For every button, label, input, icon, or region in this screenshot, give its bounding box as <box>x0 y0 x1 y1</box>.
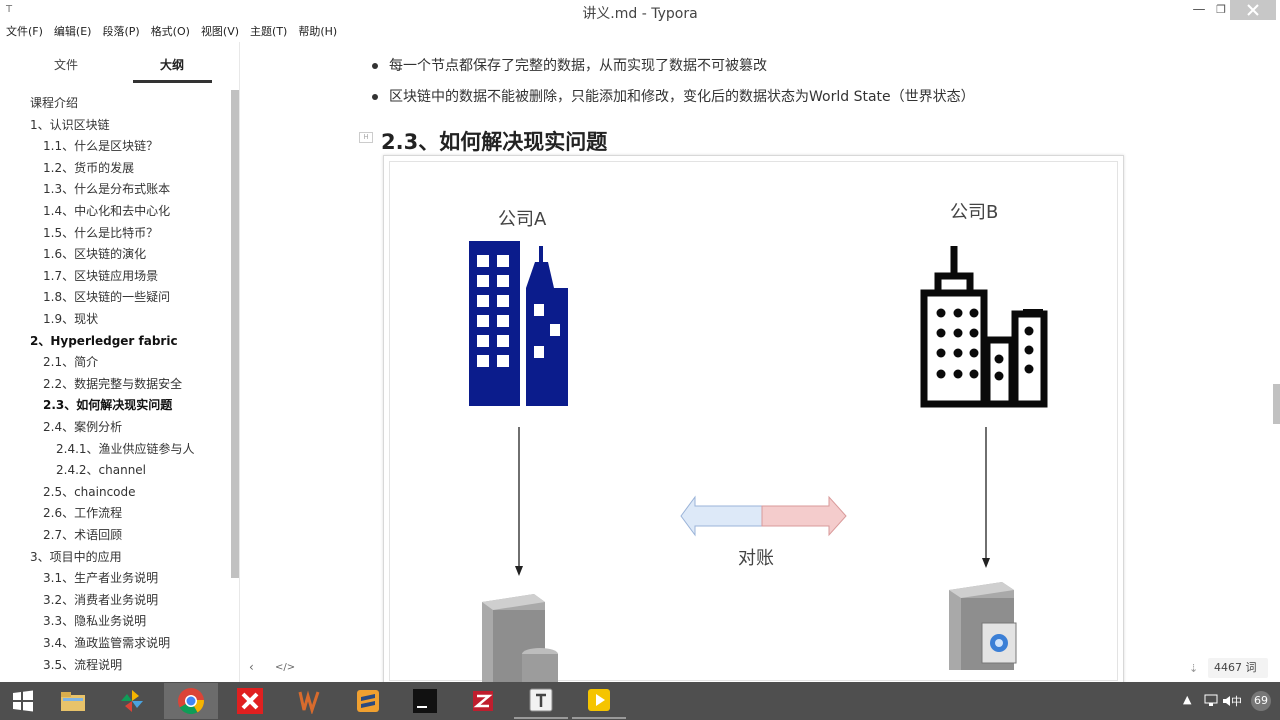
outline-item[interactable]: 1.2、货币的发展 <box>43 159 134 176</box>
sidebar-scrollbar[interactable] <box>231 90 239 578</box>
maximize-button[interactable]: ❐ <box>1213 0 1229 20</box>
outline-item[interactable]: 1.5、什么是比特币？ <box>43 224 158 241</box>
close-button[interactable] <box>1230 0 1276 20</box>
down-arrow-b <box>982 427 990 568</box>
outline-item[interactable]: 3.2、消费者业务说明 <box>43 591 158 608</box>
outline-item[interactable]: 3.4、渔政监管需求说明 <box>43 634 170 651</box>
outline-item[interactable]: 1.8、区块链的一些疑问 <box>43 288 170 305</box>
outline-item[interactable]: 2.7、术语回顾 <box>43 526 122 543</box>
down-arrow-a <box>515 427 523 576</box>
outline-item[interactable]: 2.4.1、渔业供应链参与人 <box>56 440 195 457</box>
outline-item[interactable]: 1.1、什么是区块链？ <box>43 137 158 154</box>
taskbar-file-explorer[interactable] <box>46 683 100 719</box>
editor-pane[interactable]: 每一个节点都保存了完整的数据，从而实现了数据不可被篡改 区块链中的数据不能被删除… <box>241 42 1280 685</box>
window-title: 讲义.md - Typora <box>582 6 698 22</box>
outline-item[interactable]: 1.9、现状 <box>43 310 98 327</box>
outline-item[interactable]: 2.1、简介 <box>43 353 98 370</box>
sidebar: 文件 大纲 课程介绍 1、认识区块链 1.1、什么是区块链？ 1.2、货币的发展 1.3… <box>0 42 240 682</box>
outline-item[interactable]: 2、Hyperledger fabric <box>30 332 178 349</box>
outline-item[interactable]: 3.1、生产者业务说明 <box>43 569 158 586</box>
outline-item[interactable]: 2.3、如何解决现实问题 <box>43 396 172 413</box>
sync-indicator-icon: ⇣ <box>1189 662 1199 675</box>
close-icon <box>1247 4 1259 16</box>
outline-item[interactable]: 1、认识区块链 <box>30 116 110 133</box>
outline-item[interactable]: 2.5、chaincode <box>43 483 136 500</box>
outline-item[interactable]: 1.3、什么是分布式账本 <box>43 180 170 197</box>
server-b-icon <box>949 582 1017 670</box>
xmind-icon <box>237 688 263 714</box>
pinwheel-icon <box>121 690 143 712</box>
outline-item[interactable]: 2.4.2、channel <box>56 461 146 478</box>
outline-item[interactable]: 1.7、区块链应用场景 <box>43 267 158 284</box>
outline-item[interactable]: 3、项目中的应用 <box>30 548 122 565</box>
wps-icon <box>298 690 320 714</box>
folder-icon <box>61 692 85 711</box>
start-button[interactable] <box>0 683 46 719</box>
taskbar-intellij[interactable] <box>398 683 452 719</box>
menu-view[interactable]: 视图(V) <box>201 22 239 42</box>
outline-item[interactable]: 2.4、案例分析 <box>43 418 122 435</box>
outline-item[interactable]: 3.3、隐私业务说明 <box>43 612 146 629</box>
tray-overflow-arrow[interactable]: ▲ <box>1183 693 1191 706</box>
chrome-icon <box>178 688 204 715</box>
building-b-icon <box>920 246 1048 408</box>
menu-file[interactable]: 文件(F) <box>6 22 43 42</box>
taskbar-sublime[interactable] <box>341 683 395 719</box>
list-item: 每一个节点都保存了完整的数据，从而实现了数据不可被篡改 <box>372 55 767 75</box>
taskbar-player[interactable] <box>572 683 626 719</box>
diagram-image[interactable]: 公司A 公司B 对账 <box>383 155 1124 685</box>
tray-badge[interactable]: 69 <box>1251 691 1271 711</box>
outline-item[interactable]: 2.2、数据完整与数据安全 <box>43 375 182 392</box>
section-heading: 2.3、如何解决现实问题 <box>381 130 608 154</box>
network-icon[interactable] <box>1204 694 1218 708</box>
tab-outline[interactable]: 大纲 <box>160 56 184 73</box>
word-count[interactable]: 4467 词 <box>1208 658 1268 678</box>
server-a-icon <box>482 594 558 682</box>
outline-item[interactable]: 3.5、流程说明 <box>43 656 122 673</box>
outline-item[interactable]: 1.4、中心化和去中心化 <box>43 202 170 219</box>
menu-theme[interactable]: 主题(T) <box>250 22 287 42</box>
sublime-icon <box>357 690 379 712</box>
diagram-frame: 公司A 公司B 对账 <box>389 161 1118 682</box>
list-item: 区块链中的数据不能被删除，只能添加和修改，变化后的数据状态为World Stat… <box>372 86 975 106</box>
tab-files[interactable]: 文件 <box>54 56 78 73</box>
taskbar-wps[interactable] <box>282 683 336 719</box>
player-icon <box>588 689 610 711</box>
intellij-icon <box>413 689 437 713</box>
ime-indicator[interactable]: 中 <box>1231 693 1242 709</box>
filezilla-icon <box>473 691 493 711</box>
menu-help[interactable]: 帮助(H) <box>298 22 337 42</box>
menu-bar: 文件(F) 编辑(E) 段落(P) 格式(O) 视图(V) 主题(T) 帮助(H… <box>0 22 1280 42</box>
minimize-button[interactable]: — <box>1185 0 1213 20</box>
heading-marker-icon: H <box>359 132 373 143</box>
editor-scrollbar-thumb[interactable] <box>1273 384 1280 424</box>
active-tab-indicator <box>133 80 212 83</box>
taskbar-pinwheel-app[interactable] <box>105 683 159 719</box>
outline-item[interactable]: 课程介绍 <box>30 94 78 111</box>
back-arrow-icon[interactable]: ‹ <box>249 660 254 674</box>
menu-edit[interactable]: 编辑(E) <box>54 22 92 42</box>
windows-logo-icon <box>13 690 33 712</box>
taskbar: ▲ 中 69 <box>0 682 1280 720</box>
taskbar-chrome[interactable] <box>164 683 218 719</box>
sidebar-tabs: 文件 大纲 <box>0 42 240 86</box>
diagram-graphics <box>469 241 1048 682</box>
menu-format[interactable]: 格式(O) <box>151 22 190 42</box>
menu-paragraph[interactable]: 段落(P) <box>102 22 139 42</box>
building-a-icon <box>469 241 568 406</box>
taskbar-xmind[interactable] <box>223 683 277 719</box>
taskbar-filezilla[interactable] <box>456 683 510 719</box>
title-bar: T 讲义.md - Typora — ❐ <box>0 0 1280 22</box>
outline-item[interactable]: 1.6、区块链的演化 <box>43 245 146 262</box>
taskbar-typora[interactable] <box>514 683 568 719</box>
outline-item[interactable]: 2.6、工作流程 <box>43 504 122 521</box>
source-code-mode-icon[interactable]: </> <box>275 662 295 673</box>
reconcile-double-arrow <box>680 495 847 537</box>
typora-icon <box>529 688 553 712</box>
